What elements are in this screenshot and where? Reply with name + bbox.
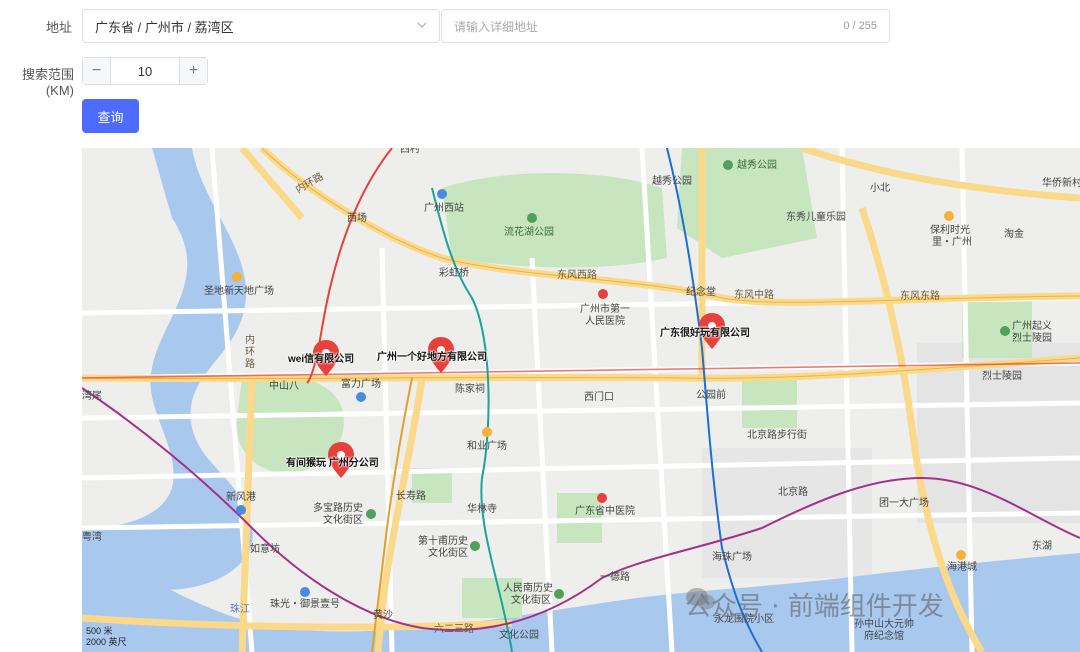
map-label: 新风港	[226, 492, 256, 503]
watermark: 公众号 · 前端组件开发	[685, 586, 944, 623]
poi-icon	[554, 589, 564, 599]
map-label: 文化街区	[428, 548, 468, 559]
map-label: 多宝路历史	[313, 503, 363, 514]
map-label: 西村	[400, 148, 420, 155]
map-label: 东秀儿童乐园	[786, 212, 846, 223]
map-label: 文化街区	[323, 515, 363, 526]
scale-imperial: 2000 英尺	[86, 637, 127, 647]
map-label: 湾尾	[82, 391, 102, 402]
map-label: 西场	[347, 213, 367, 224]
map-label: 广州市第一	[580, 304, 630, 315]
map-canvas	[82, 148, 1080, 652]
map-label: 烈士陵园	[1012, 333, 1052, 344]
map-label: 环	[245, 347, 255, 358]
address-label: 地址	[45, 20, 72, 35]
map-label: 西门口	[584, 392, 614, 403]
map-label: 第十甫历史	[418, 536, 468, 547]
map-label: 珠江	[230, 604, 250, 615]
poi-icon	[723, 160, 733, 170]
map-label: 一德路	[600, 572, 630, 583]
map-label: 里・广州	[932, 237, 972, 248]
map-label: 内	[245, 335, 255, 346]
map-label: 海珠广场	[712, 552, 752, 563]
map-label: 富力广场	[341, 379, 381, 390]
map-label: 保利时光	[930, 225, 970, 236]
poi-icon	[956, 550, 966, 560]
map-scale: 500 米 2000 英尺	[86, 626, 127, 648]
chevron-down-icon	[417, 22, 427, 28]
decrement-button[interactable]: −	[83, 58, 111, 84]
map-label: 团一大广场	[879, 498, 929, 509]
map-label: 如意坊	[250, 544, 280, 555]
map-label: 越秀公园	[652, 176, 692, 187]
map-label: 纪念堂	[686, 287, 716, 298]
map-label: 越秀公园	[737, 160, 777, 171]
map-label: 文化街区	[511, 595, 551, 606]
marker-label: 有间猴玩 广州分公司	[286, 458, 379, 469]
range-value[interactable]: 10	[111, 58, 179, 84]
wechat-icon	[686, 588, 715, 610]
poi-icon	[597, 493, 607, 503]
map-view[interactable]: 西村 内环路 西场 广州西站 流花湖公园 越秀公园 越秀公园 彩虹桥 东风西路 …	[82, 148, 1080, 652]
poi-icon	[598, 289, 608, 299]
query-button[interactable]: 查询	[82, 99, 139, 133]
map-label: 华侨新村	[1042, 178, 1080, 189]
map-label: 圣地新天地广场	[204, 286, 274, 297]
map-label: 路	[245, 359, 255, 370]
map-label: 东风中路	[734, 290, 774, 301]
poi-icon	[470, 541, 480, 551]
detail-address-placeholder: 请输入详细地址	[454, 19, 539, 34]
detail-address-input[interactable]: 请输入详细地址 0 / 255	[441, 9, 890, 43]
watermark-text: 公众号 · 前端组件开发	[685, 592, 944, 622]
map-label: 公园前	[696, 390, 726, 401]
map-label: 粤湾	[82, 532, 102, 543]
poi-icon	[1000, 326, 1010, 336]
map-label: 广州起义	[1012, 321, 1052, 332]
map-label: 北京路	[778, 487, 808, 498]
poi-icon	[944, 211, 954, 221]
region-cascader[interactable]: 广东省 / 广州市 / 荔湾区	[82, 9, 440, 43]
poi-icon	[232, 272, 242, 282]
map-label: 海港城	[947, 562, 977, 573]
scale-metric: 500 米	[86, 626, 113, 636]
map-label: 广州西站	[424, 203, 464, 214]
marker-label: 广东很好玩有限公司	[660, 328, 750, 339]
range-label: 搜索范围(KM)	[21, 67, 74, 98]
increment-button[interactable]: +	[179, 58, 207, 84]
map-label: 中山八	[269, 381, 299, 392]
map-label: 六二三路	[434, 624, 474, 635]
region-value: 广东省 / 广州市 / 荔湾区	[95, 19, 234, 35]
range-stepper[interactable]: − 10 +	[82, 57, 208, 85]
map-label: 彩虹桥	[439, 268, 469, 279]
map-label: 北京路步行街	[747, 430, 807, 441]
poi-icon	[300, 587, 310, 597]
map-label: 黄沙	[373, 610, 393, 621]
map-label: 广东省中医院	[575, 506, 635, 517]
poi-icon	[527, 213, 537, 223]
poi-icon	[482, 427, 492, 437]
map-label: 东湖	[1032, 541, 1052, 552]
map-label: 东风西路	[557, 270, 597, 281]
map-label: 人民南历史	[503, 583, 553, 594]
poi-icon	[437, 189, 447, 199]
map-label: 烈士陵园	[982, 371, 1022, 382]
map-label: 小北	[870, 183, 890, 194]
map-label: 珠光・御景壹号	[270, 599, 340, 610]
map-label: 华林寺	[467, 504, 497, 515]
marker-label: 广州一个好地方有限公司	[377, 352, 487, 363]
map-label: 文化公园	[499, 630, 539, 641]
poi-icon	[236, 505, 246, 515]
map-label: 东风东路	[900, 291, 940, 302]
map-label: 长寿路	[396, 491, 426, 502]
map-label: 府纪念馆	[864, 631, 904, 642]
poi-icon	[356, 392, 366, 402]
map-label: 淘金	[1004, 229, 1024, 240]
map-label: 陈家祠	[455, 384, 485, 395]
map-label: 流花湖公园	[504, 227, 554, 238]
poi-icon	[366, 509, 376, 519]
char-count: 0 / 255	[843, 20, 877, 32]
map-label: 人民医院	[585, 316, 625, 327]
marker-label: wei信有限公司	[288, 354, 355, 365]
map-label: 和业广场	[467, 441, 507, 452]
